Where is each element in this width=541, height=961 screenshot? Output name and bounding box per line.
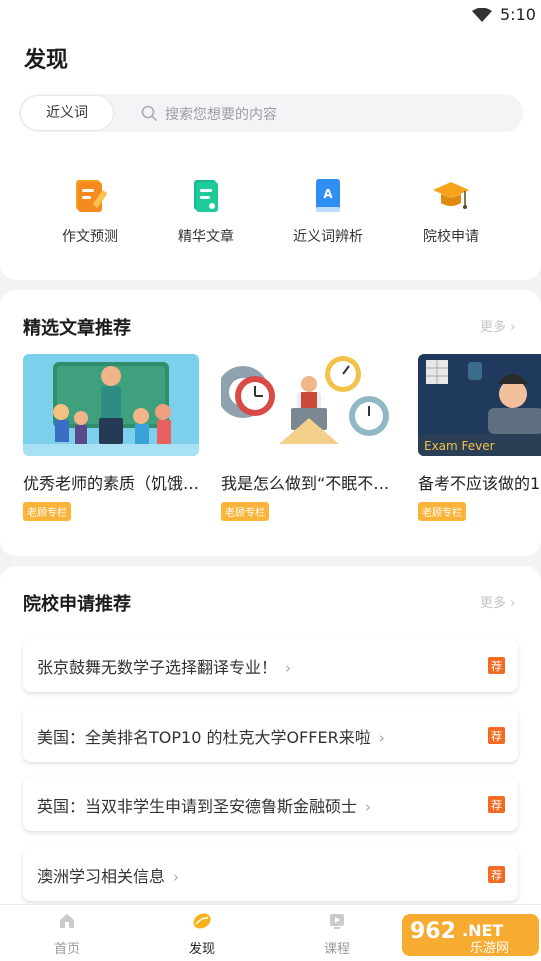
article-icon — [194, 180, 218, 212]
section-title: 院校申请推荐 — [23, 594, 131, 615]
wifi-icon — [472, 8, 492, 22]
svg-text:A: A — [323, 187, 333, 201]
column-badge: 老顾专栏 — [221, 502, 269, 521]
page-title: 发现 — [24, 48, 69, 73]
recommend-badge-icon: 荐 — [488, 727, 505, 744]
column-badge: 老顾专栏 — [23, 502, 71, 521]
article-card[interactable]: 我是怎么做到“不眠不… 老顾专栏 — [221, 354, 397, 521]
tab-label: 课程 — [323, 942, 350, 957]
list-item[interactable]: 张京鼓舞无数学子选择翻译专业！ › 荐 — [23, 638, 518, 692]
discover-icon — [193, 913, 211, 929]
course-icon — [330, 914, 344, 929]
list-item-text: 张京鼓舞无数学子选择翻译专业！ — [37, 658, 278, 677]
more-label: 更多 — [480, 320, 507, 335]
chevron-right-icon: › — [378, 729, 385, 747]
chevron-right-icon: › — [285, 659, 292, 677]
search-bar[interactable]: 近义词 搜索您想要的内容 — [19, 94, 523, 132]
svg-text:荐: 荐 — [491, 799, 502, 812]
section-title: 精选文章推荐 — [23, 318, 131, 339]
svg-text:乐游网: 乐游网 — [470, 941, 509, 956]
status-time: 5:10 — [500, 5, 536, 24]
svg-text:.NET: .NET — [462, 921, 503, 940]
article-card[interactable]: 优秀老师的素质（饥饿… 老顾专栏 — [23, 354, 199, 521]
essay-icon — [76, 180, 107, 212]
synonym-book-icon: A — [316, 179, 340, 212]
article-thumbnail: Exam Fever — [418, 354, 541, 456]
category-label: 近义词辨析 — [293, 229, 363, 245]
recommend-badge-icon: 荐 — [488, 796, 505, 813]
category-articles[interactable]: 精华文章 — [156, 176, 256, 246]
tab-label: 首页 — [53, 942, 80, 957]
article-title: 优秀老师的素质（饥饿… — [23, 474, 199, 493]
svg-text:荐: 荐 — [491, 660, 502, 673]
article-title: 我是怎么做到“不眠不… — [221, 474, 390, 493]
list-item-text: 澳洲学习相关信息 — [37, 867, 166, 886]
svg-text:荐: 荐 — [491, 730, 502, 743]
category-label: 作文预测 — [62, 229, 118, 245]
search-category-tag[interactable]: 近义词 — [20, 95, 114, 131]
list-item-text: 美国：全美排名TOP10 的杜克大学OFFER来啦 — [37, 728, 371, 747]
list-item[interactable]: 澳洲学习相关信息 › 荐 — [23, 847, 518, 901]
status-bar: 5:10 — [0, 0, 541, 30]
chevron-right-icon: › — [510, 320, 516, 335]
tab-course[interactable]: 课程 — [292, 911, 382, 957]
search-placeholder[interactable]: 搜索您想要的内容 — [165, 104, 277, 124]
list-item[interactable]: 英国：当双非学生申请到圣安德鲁斯金融硕士 › 荐 — [23, 777, 518, 831]
home-icon — [60, 914, 74, 928]
list-item-text: 英国：当双非学生申请到圣安德鲁斯金融硕士 — [37, 797, 358, 816]
article-title: 备考不应该做的10 — [418, 474, 541, 493]
column-badge: 老顾专栏 — [418, 502, 466, 521]
more-link[interactable]: 更多 › — [480, 592, 515, 611]
recommend-badge-icon: 荐 — [488, 657, 505, 674]
category-label: 精华文章 — [178, 229, 234, 245]
category-essay[interactable]: 作文预测 — [40, 176, 140, 246]
svg-text:962: 962 — [410, 919, 456, 944]
discover-header-card: 发现 近义词 搜索您想要的内容 作文预测 精华文章 A 近义词辨析 院校申请 — [0, 30, 541, 280]
recommend-badge-icon: 荐 — [488, 866, 505, 883]
site-watermark-logo: 962 .NET 乐游网 — [402, 914, 539, 956]
article-thumbnail — [23, 354, 199, 456]
category-label: 院校申请 — [423, 229, 479, 245]
more-label: 更多 — [480, 596, 507, 611]
category-synonyms[interactable]: A 近义词辨析 — [278, 176, 378, 246]
chevron-right-icon: › — [510, 596, 516, 611]
chevron-right-icon: › — [365, 798, 372, 816]
tab-label: 发现 — [188, 942, 215, 957]
article-card[interactable]: Exam Fever 备考不应该做的10 老顾专栏 — [418, 354, 541, 521]
graduation-cap-icon — [433, 182, 469, 209]
svg-text:荐: 荐 — [491, 869, 502, 882]
search-icon — [141, 105, 157, 121]
more-link[interactable]: 更多 › — [480, 316, 515, 335]
featured-articles-section: 精选文章推荐 更多 › 优秀老师的素质（饥饿… 老顾专栏 我是怎么做到“不眠不…… — [0, 290, 541, 556]
tab-discover[interactable]: 发现 — [157, 911, 247, 957]
category-school[interactable]: 院校申请 — [401, 176, 501, 246]
chevron-right-icon: › — [173, 868, 180, 886]
exam-fever-caption: Exam Fever — [424, 439, 495, 453]
article-thumbnail — [221, 354, 397, 456]
list-item[interactable]: 美国：全美排名TOP10 的杜克大学OFFER来啦 › 荐 — [23, 708, 518, 762]
school-application-section: 院校申请推荐 更多 › 张京鼓舞无数学子选择翻译专业！ › 荐 美国：全美排名TO… — [0, 566, 541, 926]
tab-home[interactable]: 首页 — [22, 911, 112, 957]
